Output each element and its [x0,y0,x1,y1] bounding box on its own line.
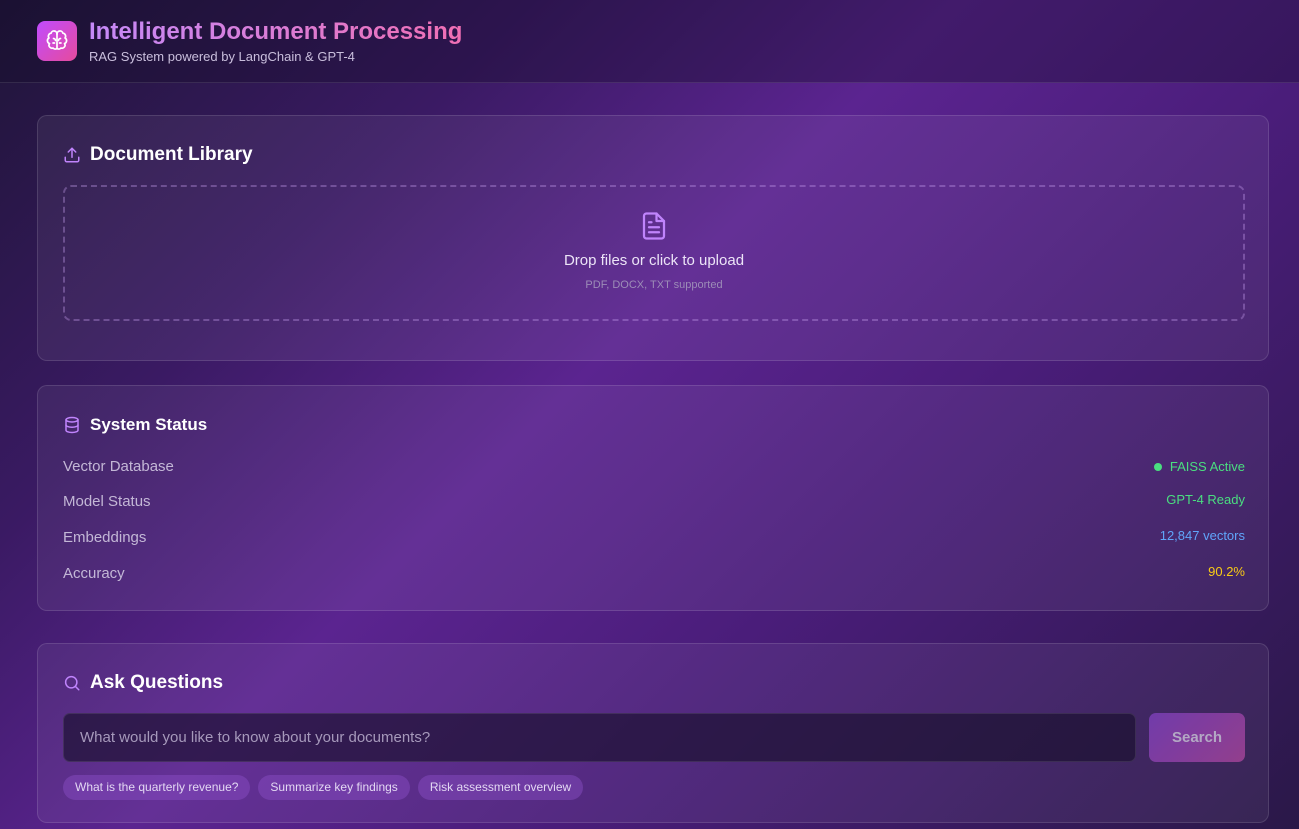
status-row-model-status: Model Status GPT-4 Ready [63,491,1245,511]
status-row-embeddings: Embeddings 12,847 vectors [63,527,1245,547]
document-library-heading: Document Library [63,144,253,166]
status-value: FAISS Active [1153,459,1245,474]
question-input[interactable] [63,713,1136,762]
status-value: 12,847 vectors [1159,527,1245,543]
app-title: Intelligent Document Processing [89,18,463,45]
status-value-text: FAISS Active [1169,459,1245,474]
document-library-card: Document Library Drop files or click to … [37,115,1269,361]
suggestion-chip[interactable]: Risk assessment overview [417,775,584,800]
brain-icon [37,21,77,61]
status-value: GPT-4 Ready [1166,491,1245,507]
header-text: Intelligent Document Processing RAG Syst… [89,18,462,64]
database-icon [65,416,79,434]
status-label: Accuracy [63,565,125,582]
ask-questions-title: Ask Questions [90,672,224,693]
app-header: Intelligent Document Processing RAG Syst… [0,0,1299,83]
suggestion-chips: What is the quarterly revenue? Summarize… [63,775,584,800]
ask-questions-heading: Ask Questions [63,672,223,694]
search-button[interactable]: Search [1149,713,1245,762]
search-icon [64,675,80,691]
system-status-card: System Status Vector Database FAISS Acti… [37,385,1269,611]
dropzone-hint: PDF, DOCX, TXT supported [585,279,723,291]
dropzone-label: Drop files or click to upload [563,252,745,269]
file-text-icon [642,212,666,240]
suggestion-chip[interactable]: What is the quarterly revenue? [63,775,251,800]
upload-icon [64,147,80,163]
system-status-heading: System Status [63,415,207,435]
ask-questions-card: Ask Questions Search What is the quarter… [37,643,1269,823]
document-library-title: Document Library [90,144,253,165]
system-status-title: System Status [90,415,208,434]
status-row-accuracy: Accuracy 90.2% [63,563,1245,583]
status-row-vector-database: Vector Database FAISS Active [63,458,1245,475]
status-label: Embeddings [63,529,147,546]
upload-dropzone[interactable]: Drop files or click to upload PDF, DOCX,… [63,185,1245,321]
status-label: Vector Database [63,458,174,475]
active-indicator-icon [1153,462,1162,471]
status-value: 90.2% [1208,563,1245,579]
status-label: Model Status [63,493,151,510]
app-subtitle: RAG System powered by LangChain & GPT-4 [89,49,355,64]
suggestion-chip[interactable]: Summarize key findings [258,775,410,800]
